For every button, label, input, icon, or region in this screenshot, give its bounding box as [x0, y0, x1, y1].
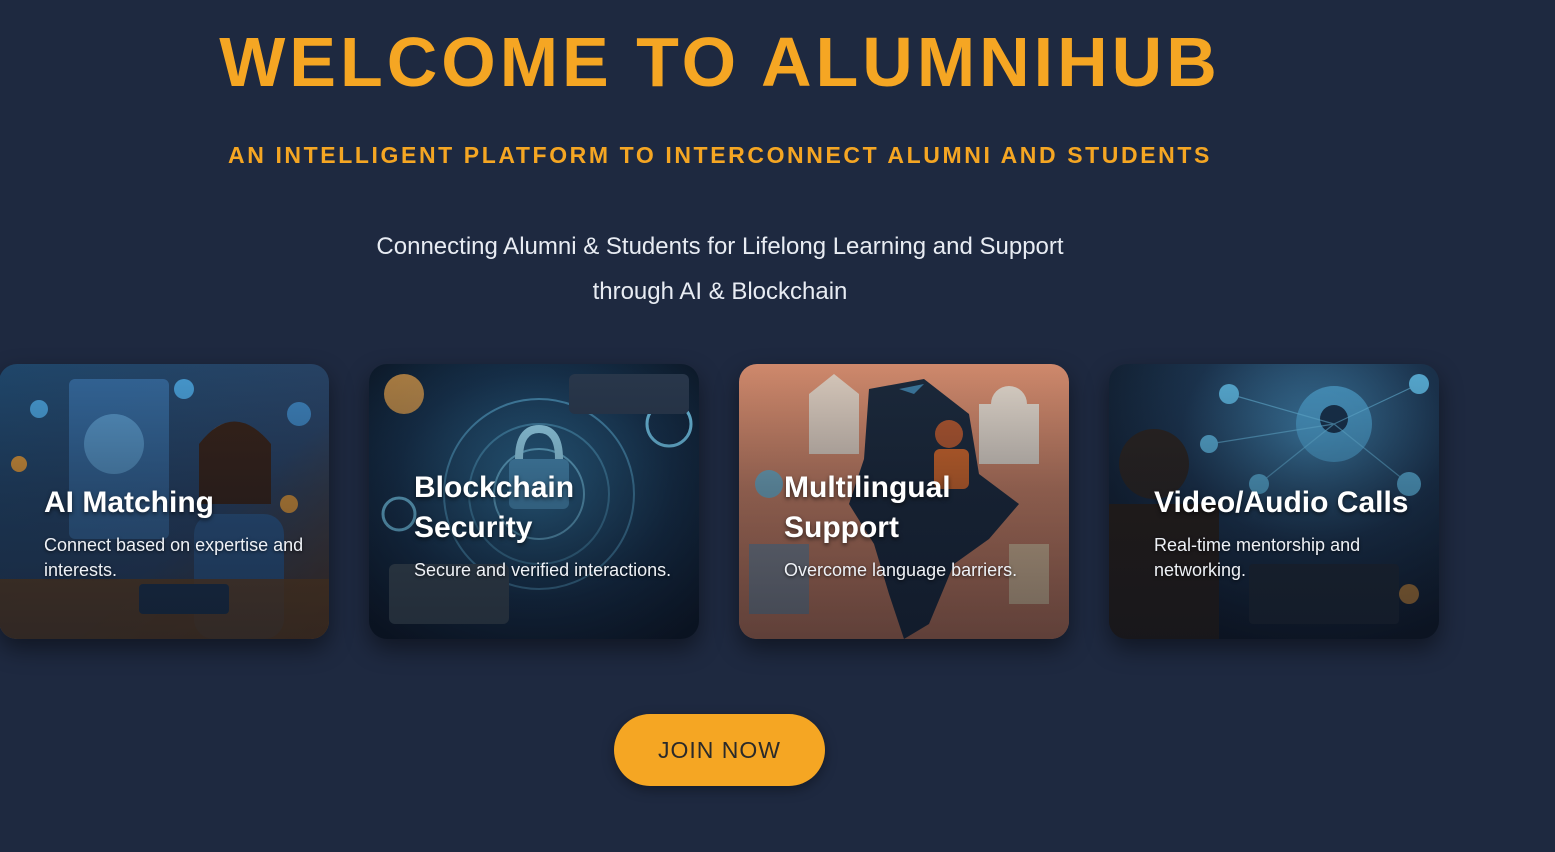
card-description: Overcome language barriers. [784, 560, 1018, 580]
card-description: Connect based on expertise and interests… [44, 535, 304, 580]
feature-card-blockchain-security[interactable]: Blockchain Security Secure and verified … [369, 364, 699, 639]
card-description: Real-time mentorship and networking. [1154, 535, 1361, 580]
page-title: WELCOME TO ALUMNIHUB [219, 23, 1221, 101]
card-title: Blockchain Security [414, 471, 575, 544]
feature-card-multilingual-support[interactable]: Multilingual Support Overcome language b… [739, 364, 1069, 639]
card-title: Video/Audio Calls [1154, 486, 1409, 519]
feature-cards: AI Matching Connect based on expertise a… [0, 364, 1555, 639]
page-subtitle: AN INTELLIGENT PLATFORM TO INTERCONNECT … [228, 142, 1212, 168]
landing-page: WELCOME TO ALUMNIHUB AN INTELLIGENT PLAT… [0, 0, 1555, 852]
tagline: Connecting Alumni & Students for Lifelon… [340, 224, 1100, 314]
card-title: AI Matching [44, 486, 214, 519]
join-now-button[interactable]: JOIN NOW [614, 714, 825, 786]
tagline-line-1: Connecting Alumni & Students for Lifelon… [376, 233, 1064, 260]
feature-card-video-audio-calls[interactable]: Video/Audio Calls Real-time mentorship a… [1109, 364, 1439, 639]
card-text: Multilingual Support Overcome language b… [784, 468, 1051, 583]
feature-card-ai-matching[interactable]: AI Matching Connect based on expertise a… [0, 364, 329, 639]
card-text: AI Matching Connect based on expertise a… [44, 483, 311, 583]
card-title: Multilingual Support [784, 471, 951, 544]
card-text: Video/Audio Calls Real-time mentorship a… [1154, 483, 1421, 583]
tagline-line-2: through AI & Blockchain [592, 278, 848, 305]
card-text: Blockchain Security Secure and verified … [414, 468, 681, 583]
card-description: Secure and verified interactions. [414, 560, 672, 580]
